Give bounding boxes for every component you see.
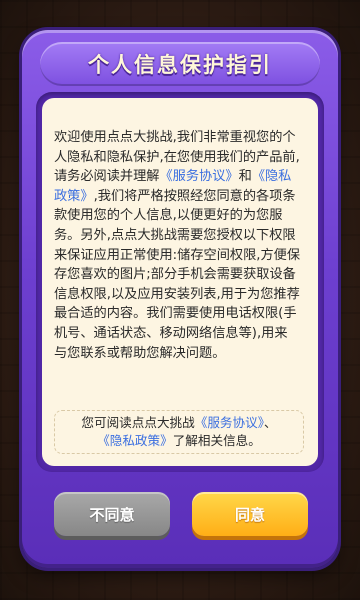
notice-box: 您可阅读点点大挑战《服务协议》、《隐私政策》了解相关信息。 [54, 410, 304, 454]
notice-privacy-policy-link[interactable]: 《隐私政策》 [97, 433, 173, 448]
content-panel: 欢迎使用点点大挑战,我们非常重视您的个人隐私和隐私保护,在您使用我们的产品前,请… [36, 92, 324, 472]
notice-prefix: 您可阅读点点大挑战 [81, 415, 195, 430]
notice-service-agreement-link[interactable]: 《服务协议》 [195, 415, 264, 430]
agreement-scroll-area[interactable]: 欢迎使用点点大挑战,我们非常重视您的个人隐私和隐私保护,在您使用我们的产品前,请… [42, 98, 318, 466]
agreement-text: 欢迎使用点点大挑战,我们非常重视您的个人隐私和隐私保护,在您使用我们的产品前,请… [54, 128, 300, 363]
dialog-title-bar: 个人信息保护指引 [40, 42, 320, 86]
service-agreement-link[interactable]: 《服务协议》 [160, 169, 239, 184]
notice-suffix: 了解相关信息。 [172, 433, 261, 448]
conjunction-text: 和 [238, 169, 252, 185]
agree-button[interactable]: 同意 [192, 492, 308, 536]
notice-separator: 、 [264, 415, 277, 430]
dialog-title: 个人信息保护指引 [88, 53, 272, 77]
agreement-body: ,我们将严格按照经您同意的各项条款使用您的个人信息,以便更好的为您服务。另外,点… [54, 188, 301, 361]
disagree-button[interactable]: 不同意 [54, 492, 170, 536]
disagree-button-label: 不同意 [89, 505, 135, 524]
agree-button-label: 同意 [234, 505, 265, 524]
privacy-dialog: 个人信息保护指引 欢迎使用点点大挑战,我们非常重视您的个人隐私和隐私保护,在您使… [22, 30, 338, 568]
